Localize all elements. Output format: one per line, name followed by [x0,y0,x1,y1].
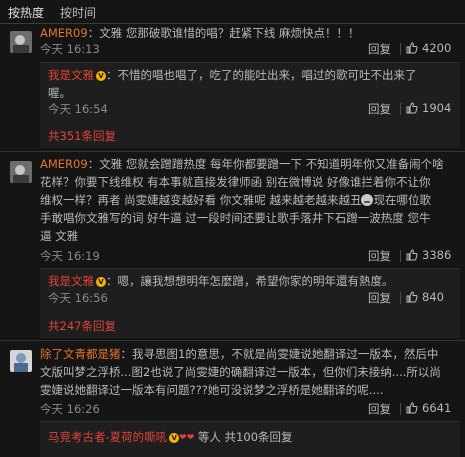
comment-text: 花样？你要下线维权 有本事就直接发律师函 别在微博说 好像谁拦着你不让你 [40,175,431,189]
reply-text: 不惜的唱也唱了，吃了的能吐出来，唱过的歌可吐不出来了 [117,68,417,82]
divider [400,43,401,55]
heart-icon: ❤ [186,433,195,443]
comment-username[interactable]: 除了文青都是猪 [40,347,121,361]
reply-text: 嗯，讓我想想明年怎麼蹭，希望你家的明年還有熱度。 [117,274,394,288]
reply-timestamp: 今天 16:54 [48,102,108,116]
avatar[interactable] [10,31,32,53]
comment-timestamp: 今天 16:26 [40,402,100,416]
comment-text: 文雅 您那破歌谁惜的唱？赶紧下线 麻烦快点！！！ [99,26,360,40]
divider [400,403,401,415]
like-button[interactable]: 3386 [406,248,451,262]
comment-timestamp: 今天 16:19 [40,249,100,263]
reply-button[interactable]: 回复 [368,248,391,264]
comment-divider [0,340,465,341]
sort-bar: 按热度 按时间 [0,0,465,24]
reply-username[interactable]: 我是文雅 [48,274,94,288]
comment-text: 雯婕说她翻译过一版本有问题???她可没说梦之浮桥是她翻译的呢.... [40,383,384,397]
view-all-replies-link[interactable]: 共351条回复 [48,128,116,144]
divider [400,250,401,262]
reply-button[interactable]: 回复 [368,290,391,306]
thumbs-up-icon [406,42,418,54]
thumbs-up-icon [406,102,418,114]
emoji-icon [361,194,374,206]
comment-body: AMER09：文雅 您那破歌谁惜的唱？赶紧下线 麻烦快点！！！ [40,24,460,42]
comment-divider [0,151,465,152]
comment-username[interactable]: AMER09 [40,157,88,171]
verified-badge-icon: V [169,433,180,443]
view-all-replies-link[interactable]: 共247条回复 [48,318,116,334]
like-button[interactable]: 6641 [406,401,451,415]
comment-text: 现在哪位歌 [373,193,431,207]
comment-username[interactable]: AMER09 [40,26,88,40]
reply-username[interactable]: 我是文雅 [48,68,94,82]
comment-timestamp: 今天 16:13 [40,42,100,56]
comment-body: AMER09：文雅 您就会蹭蹭热度 每年你都要蹭一下 不知道明年你又准备闹个啥 … [40,155,462,245]
colon-separator: ： [87,26,100,40]
tab-sort-by-time[interactable]: 按时间 [60,4,96,21]
reply-text: 喔。 [48,86,71,100]
like-count: 3386 [422,248,452,262]
like-button[interactable]: 840 [406,290,444,304]
like-button[interactable]: 1904 [406,101,451,115]
reply-body: 我是文雅 V ：不惜的唱也唱了，吃了的能吐出来，唱过的歌可吐不出来了 喔。 [48,66,456,102]
comment-body: 除了文青都是猪：我寻思图1的意思，不就是尚雯婕说她翻译过一版本，然后中 文版叫梦… [40,345,462,399]
like-button[interactable]: 4200 [406,41,451,55]
avatar[interactable] [10,350,32,372]
thumbs-up-icon [406,402,418,414]
colon-separator: ： [120,347,133,361]
tab-sort-by-hot[interactable]: 按热度 [8,4,44,21]
comment-text: 我寻思图1的意思，不就是尚雯婕说她翻译过一版本，然后中 [132,347,439,361]
verified-badge-icon: V [96,277,106,287]
divider [400,103,401,115]
like-count: 1904 [422,101,452,115]
divider [400,292,401,304]
reply-button[interactable]: 回复 [368,401,391,417]
colon-separator: ： [106,274,118,288]
colon-separator: ： [106,68,118,82]
avatar[interactable] [10,161,32,183]
comment-text: 逼 文雅 [40,229,79,243]
comment-text: 维权一样？再者 尚雯婕越变越好看 你文雅呢 越来越老越来越丑 [40,193,362,207]
thumbs-up-icon [406,249,418,261]
thumbs-up-icon [406,291,418,303]
like-count: 4200 [422,41,452,55]
verified-badge-icon: V [96,71,106,81]
reply-summary[interactable]: 马竞考古者-夏荷的嘶吼 V ❤❤ 等人 共100条回复 [48,428,456,447]
colon-separator: ： [87,157,100,171]
reply-timestamp: 今天 16:56 [48,291,108,305]
reply-button[interactable]: 回复 [368,41,391,57]
heart-icon: ❤ [179,433,187,443]
comment-text: 文版叫梦之浮桥...图2也说了尚雯婕的确翻译过一版本，但你们未接纳....所以尚 [40,365,441,379]
comment-text: 文雅 您就会蹭蹭热度 每年你都要蹭一下 不知道明年你又准备闹个啥 [99,157,444,171]
like-count: 840 [422,290,444,304]
comment-text: 手敢唱你文雅写的词 好牛逼 过一段时间还要让歌手落井下石蹭一波热度 您牛 [40,211,431,225]
like-count: 6641 [422,401,452,415]
reply-username[interactable]: 马竞考古者-夏荷的嘶吼 [48,430,167,444]
reply-summary-text: 等人 共100条回复 [197,430,293,444]
reply-body: 我是文雅 V ：嗯，讓我想想明年怎麼蹭，希望你家的明年還有熱度。 [48,272,456,290]
reply-button[interactable]: 回复 [368,101,391,117]
